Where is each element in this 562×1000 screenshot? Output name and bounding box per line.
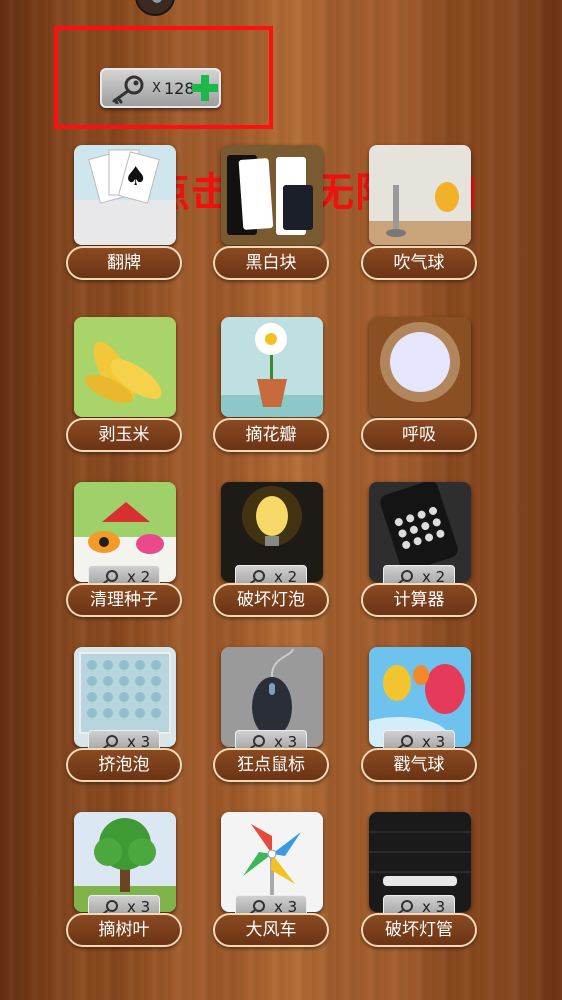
- key-counter: X 128: [100, 68, 221, 108]
- settings-icon[interactable]: [135, 0, 175, 16]
- game-label-calculator[interactable]: 计算器: [361, 583, 477, 617]
- plus-icon[interactable]: [190, 73, 220, 103]
- game-thumbnail-breathe[interactable]: [369, 317, 471, 417]
- game-label-pick-leaves[interactable]: 摘树叶: [66, 913, 182, 947]
- game-label-break-tube[interactable]: 破坏灯管: [361, 913, 477, 947]
- game-label-pinwheel[interactable]: 大风车: [213, 913, 329, 947]
- game-label-break-bulb[interactable]: 破坏灯泡: [213, 583, 329, 617]
- game-label-pick-petals[interactable]: 摘花瓣: [213, 418, 329, 452]
- game-thumbnail-cards[interactable]: ♠: [74, 145, 176, 245]
- game-label-breathe[interactable]: 呼吸: [361, 418, 477, 452]
- game-label-squeeze-bubbles[interactable]: 挤泡泡: [66, 748, 182, 782]
- game-thumbnail-flower[interactable]: [221, 317, 323, 417]
- game-thumbnail-black-white[interactable]: [221, 145, 323, 245]
- game-label-flip-cards[interactable]: 翻牌: [66, 246, 182, 280]
- key-icon: [112, 75, 144, 104]
- game-label-poke-balloon[interactable]: 戳气球: [361, 748, 477, 782]
- key-count-prefix: X: [152, 81, 161, 96]
- game-label-peel-corn[interactable]: 剥玉米: [66, 418, 182, 452]
- game-label-black-white[interactable]: 黑白块: [213, 246, 329, 280]
- game-label-blow-balloon[interactable]: 吹气球: [361, 246, 477, 280]
- game-thumbnail-corn[interactable]: [74, 317, 176, 417]
- game-label-clean-seeds[interactable]: 清理种子: [66, 583, 182, 617]
- svg-text:♠: ♠: [124, 162, 147, 192]
- game-label-click-mouse[interactable]: 狂点鼠标: [213, 748, 329, 782]
- game-thumbnail-balloon[interactable]: [369, 145, 471, 245]
